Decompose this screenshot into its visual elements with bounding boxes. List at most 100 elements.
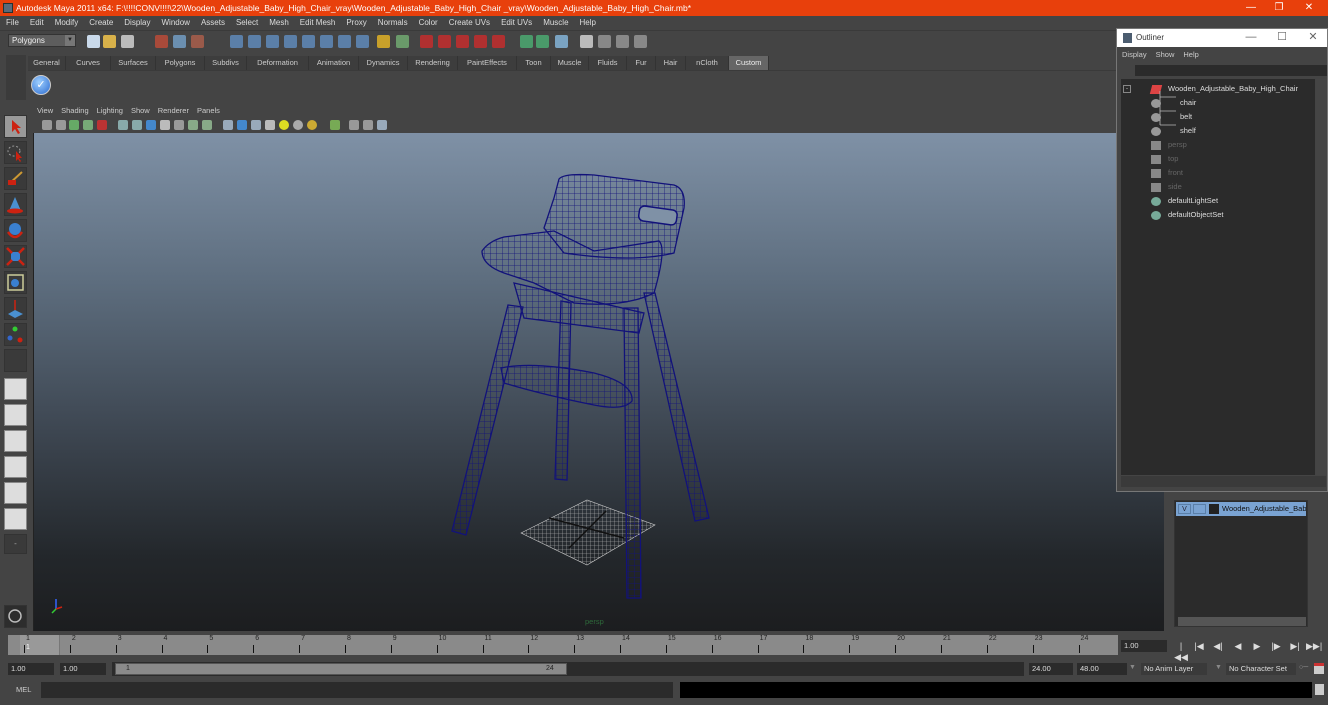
select-hierarchy-icon[interactable] — [155, 35, 168, 48]
play-forwards-button[interactable]: ▶ — [1250, 641, 1264, 652]
maximize-button[interactable]: ❐ — [1266, 0, 1292, 16]
end-time-field[interactable]: 48.00 — [1077, 663, 1127, 675]
xray-active-icon[interactable] — [377, 120, 387, 130]
snap-grid-icon[interactable] — [230, 35, 243, 48]
command-language-toggle[interactable]: MEL — [16, 685, 31, 694]
shelf-tab-curves[interactable]: Curves — [66, 56, 111, 70]
shelf-tab-fluids[interactable]: Fluids — [589, 56, 627, 70]
menu-proxy[interactable]: Proxy — [340, 16, 371, 30]
outliner-vertical-scrollbar[interactable] — [1316, 79, 1326, 475]
bookmarks-icon[interactable] — [69, 120, 79, 130]
rename-icon[interactable] — [536, 35, 549, 48]
universal-manipulator-icon[interactable] — [4, 271, 27, 294]
menu-create[interactable]: Create — [83, 16, 118, 30]
menu-modify[interactable]: Modify — [49, 16, 84, 30]
menu-create-uvs[interactable]: Create UVs — [443, 16, 495, 30]
menu-file[interactable]: File — [0, 16, 24, 30]
outliner-item[interactable]: - Wooden_Adjustable_Baby_High_Chair — [1121, 82, 1315, 96]
isolate-select-icon[interactable] — [330, 120, 340, 130]
auto-key-icon[interactable]: ○─ — [1299, 664, 1308, 671]
wireframe-on-shaded-icon[interactable] — [251, 120, 261, 130]
go-to-end-button[interactable]: ▶▶| — [1306, 641, 1322, 652]
single-perspective-layout-icon[interactable] — [4, 378, 27, 400]
resolution-gate-icon[interactable] — [146, 120, 156, 130]
ipr-render-icon[interactable] — [438, 35, 451, 48]
help-icon[interactable] — [356, 35, 369, 48]
safe-title-icon[interactable] — [202, 120, 212, 130]
layer-editor-toggle-icon[interactable] — [616, 35, 629, 48]
save-scene-icon[interactable] — [121, 35, 134, 48]
menu-edit-mesh[interactable]: Edit Mesh — [294, 16, 341, 30]
step-forward-frame-button[interactable]: ▶| — [1288, 641, 1302, 652]
xray-icon[interactable] — [349, 120, 359, 130]
outliner-menu-help[interactable]: Help — [1178, 47, 1202, 62]
shelf-tab-animation[interactable]: Animation — [309, 56, 359, 70]
new-scene-icon[interactable] — [87, 35, 100, 48]
input-ops-icon[interactable] — [320, 35, 333, 48]
outliner-item[interactable]: front — [1121, 166, 1315, 180]
outliner-minimize-button[interactable]: — — [1237, 29, 1265, 47]
layer-type-toggle[interactable] — [1193, 504, 1206, 514]
play-backwards-button[interactable]: ◀ — [1231, 641, 1245, 652]
image-plane-icon[interactable] — [83, 120, 93, 130]
menu-set-dropdown[interactable]: Polygons ▼ — [8, 34, 76, 47]
panel-menu-view[interactable]: View — [33, 104, 57, 118]
four-view-layout-icon[interactable] — [4, 404, 27, 426]
outliner-maximize-button[interactable]: ☐ — [1268, 29, 1296, 47]
outliner-item[interactable]: chair — [1121, 96, 1315, 110]
select-camera-icon[interactable] — [42, 120, 52, 130]
character-set-dropdown-icon[interactable]: ▼ — [1215, 664, 1222, 671]
outliner-filter-field[interactable] — [1135, 65, 1327, 76]
snap-view-plane-icon[interactable] — [284, 35, 297, 48]
time-slider[interactable]: 1 1 2 3 4 5 6 7 8 9 10 11 12 13 14 15 16 17 18 19 20 21 22 23 2… — [8, 635, 1118, 655]
shadows-icon[interactable] — [293, 120, 303, 130]
menu-mesh[interactable]: Mesh — [263, 16, 294, 30]
shelf-tab-muscle[interactable]: Muscle — [551, 56, 589, 70]
textured-icon[interactable] — [265, 120, 275, 130]
outliner-item[interactable]: top — [1121, 152, 1315, 166]
shelf-tab-custom[interactable]: Custom — [729, 56, 769, 70]
shelf-tab-surfaces[interactable]: Surfaces — [111, 56, 156, 70]
scale-tool-icon[interactable] — [4, 245, 27, 268]
shelf-tab-toon[interactable]: Toon — [517, 56, 551, 70]
panel-menu-renderer[interactable]: Renderer — [154, 104, 193, 118]
outliner-item[interactable]: persp — [1121, 138, 1315, 152]
outliner-item[interactable]: defaultLightSet — [1121, 194, 1315, 208]
snap-point-icon[interactable] — [266, 35, 279, 48]
menu-edit-uvs[interactable]: Edit UVs — [495, 16, 537, 30]
hypershade-persp-layout-icon[interactable] — [4, 482, 27, 504]
lock-icon[interactable] — [377, 35, 390, 48]
menu-assets[interactable]: Assets — [195, 16, 230, 30]
step-back-key-button[interactable]: ◀| — [1211, 641, 1225, 652]
range-slider-bar[interactable]: 1 24 — [115, 663, 567, 675]
layer-color-swatch[interactable] — [1209, 504, 1219, 514]
select-component-icon[interactable] — [191, 35, 204, 48]
last-tool-slot[interactable] — [4, 349, 27, 372]
menu-edit[interactable]: Edit — [24, 16, 49, 30]
display-layer-row[interactable]: V Wooden_Adjustable_Bab — [1176, 502, 1306, 516]
persp-graph-hypergraph-layout-icon[interactable] — [4, 508, 27, 530]
layout-options-button[interactable]: - — [4, 534, 27, 554]
hypershade-icon[interactable] — [474, 35, 487, 48]
outliner-menu-show[interactable]: Show — [1151, 47, 1179, 62]
outliner-menu-display[interactable]: Display — [1117, 47, 1151, 62]
channel-box-toggle-icon[interactable] — [580, 35, 593, 48]
high-quality-icon[interactable] — [307, 120, 317, 130]
minimize-button[interactable]: — — [1238, 0, 1264, 16]
character-controls-icon[interactable] — [4, 605, 27, 628]
panel-menu-panels[interactable]: Panels — [193, 104, 224, 118]
shelf-tab-deformation[interactable]: Deformation — [247, 56, 309, 70]
camera-attributes-icon[interactable] — [56, 120, 66, 130]
persp-outliner-layout-icon[interactable] — [4, 430, 27, 452]
checkmark-icon[interactable]: ✓ — [31, 75, 51, 95]
shelf-tab-fur[interactable]: Fur — [627, 56, 656, 70]
soft-modification-icon[interactable] — [4, 297, 27, 320]
shelf-options-handle[interactable] — [6, 55, 26, 100]
menu-display[interactable]: Display — [118, 16, 155, 30]
render-settings-icon[interactable] — [456, 35, 469, 48]
film-gate-icon[interactable] — [132, 120, 142, 130]
character-set-dropdown[interactable]: No Character Set — [1226, 663, 1296, 675]
outliner-item[interactable]: side — [1121, 180, 1315, 194]
script-editor-icon[interactable] — [1315, 684, 1324, 695]
xray-joints-icon[interactable] — [363, 120, 373, 130]
